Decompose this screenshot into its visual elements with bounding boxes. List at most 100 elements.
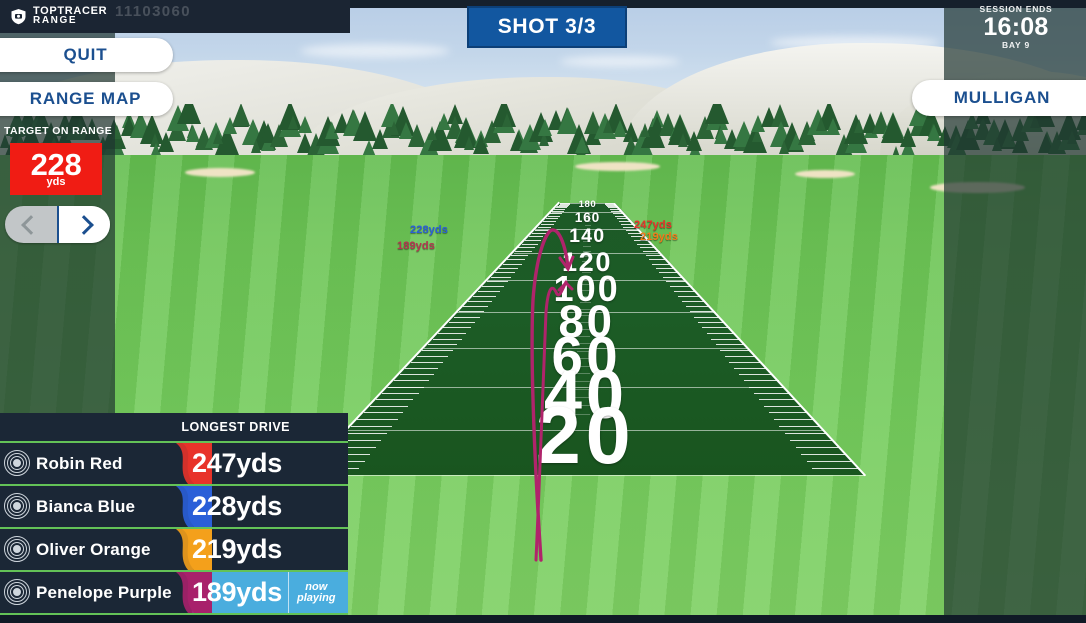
strip-tick xyxy=(417,356,449,357)
logo-text: TOPTRACER RANGE xyxy=(33,6,107,26)
leaderboard-row[interactable]: Bianca Blue228yds xyxy=(0,486,348,529)
player-name: Robin Red xyxy=(36,454,123,474)
strip-tick xyxy=(720,350,751,351)
strip-tick xyxy=(515,251,532,252)
player-target-icon xyxy=(4,450,32,478)
target-caption: TARGET ON RANGE xyxy=(0,125,115,137)
mulligan-button[interactable]: MULLIGAN xyxy=(912,80,1086,116)
strip-tick xyxy=(443,327,471,328)
strip-tick xyxy=(405,368,438,369)
strip-tick xyxy=(351,426,392,427)
leaderboard-row[interactable]: Robin Red247yds xyxy=(0,443,348,486)
strip-tick xyxy=(428,344,458,345)
player-name: Penelope Purple xyxy=(36,583,172,603)
strip-tick xyxy=(640,247,656,248)
leaderboard-header: LONGEST DRIVE xyxy=(0,413,348,443)
target-next-button[interactable] xyxy=(57,206,111,243)
strip-center-tick xyxy=(575,381,591,382)
strip-tick xyxy=(495,272,515,273)
strip-tick xyxy=(357,419,397,420)
strip-tick xyxy=(619,221,632,222)
bay-number: BAY 9 xyxy=(946,40,1086,50)
shot-distance-label: 228yds xyxy=(410,224,448,236)
strip-center-tick xyxy=(581,284,591,285)
strip-tick xyxy=(769,412,808,413)
strip-tick xyxy=(550,213,562,214)
session-watermark: 11103060 xyxy=(115,3,191,20)
strip-tick xyxy=(554,209,565,210)
strip-tick xyxy=(503,264,522,265)
strip-tick xyxy=(690,311,715,312)
strip-tick xyxy=(382,393,419,394)
player-target-icon xyxy=(4,536,32,564)
session-info: SESSION ENDS 16:08 BAY 9 xyxy=(946,4,1086,50)
strip-tick xyxy=(812,468,859,469)
leaderboard-row[interactable]: Penelope Purple189ydsnowplaying xyxy=(0,572,348,615)
strip-tick xyxy=(652,264,671,265)
now-playing-line1: now xyxy=(305,582,327,593)
strip-tick xyxy=(370,406,408,407)
strip-tick xyxy=(749,387,785,388)
player-target-icon xyxy=(4,579,32,607)
quit-button[interactable]: QUIT xyxy=(0,38,173,72)
ring xyxy=(13,588,21,596)
player-name: Bianca Blue xyxy=(36,497,135,517)
strip-center-tick xyxy=(584,229,591,230)
strip-tick xyxy=(394,380,429,381)
leaderboard-row[interactable]: Oliver Orange219yds xyxy=(0,529,348,572)
range-map-button[interactable]: RANGE MAP xyxy=(0,82,173,116)
strip-tick xyxy=(649,259,667,260)
strip-tick xyxy=(459,311,484,312)
target-distance-value: 228 xyxy=(31,150,82,179)
toptracer-logo: TOPTRACER RANGE xyxy=(10,6,107,26)
strip-tick xyxy=(468,301,492,302)
strip-center-tick xyxy=(582,261,591,262)
strip-tick xyxy=(400,374,434,375)
strip-tick xyxy=(707,333,735,334)
toptracer-shield-icon xyxy=(10,8,27,25)
strip-center-tick xyxy=(577,351,591,352)
strip-tick xyxy=(388,387,424,388)
chevron-left-icon xyxy=(21,215,41,235)
strip-center-tick xyxy=(581,278,591,279)
strip-center-tick xyxy=(573,405,590,406)
target-prev-button[interactable] xyxy=(5,206,57,243)
strip-center-tick xyxy=(583,256,592,257)
strip-tick xyxy=(546,218,558,219)
leaderboard-rows: Robin Red247ydsBianca Blue228ydsOliver O… xyxy=(0,443,348,615)
shot-distance-label: 189yds xyxy=(397,240,435,252)
strip-center-tick xyxy=(576,366,591,367)
strip-tick xyxy=(801,454,846,455)
ring xyxy=(13,502,21,510)
strip-tick xyxy=(611,211,622,212)
strip-tick xyxy=(345,433,387,434)
strip-tick xyxy=(702,327,730,328)
strip-tick xyxy=(729,362,761,363)
target-stepper[interactable] xyxy=(5,206,110,243)
strip-center-tick xyxy=(585,225,592,226)
strip-tick xyxy=(739,374,773,375)
strip-tick xyxy=(615,216,627,217)
strip-center-tick xyxy=(580,302,591,303)
chevron-right-icon xyxy=(74,215,94,235)
strip-center-tick xyxy=(582,272,592,273)
strip-tick xyxy=(807,461,853,462)
now-playing-badge: nowplaying xyxy=(288,572,336,613)
strip-center-tick xyxy=(585,221,592,222)
ring xyxy=(13,545,21,553)
target-distance-badge: 228 yds xyxy=(10,143,102,195)
strip-tick xyxy=(774,419,814,420)
strip-center-tick xyxy=(578,322,590,323)
strip-center-tick xyxy=(580,296,591,297)
session-ends-label: SESSION ENDS xyxy=(946,4,1086,14)
strip-tick xyxy=(637,244,653,245)
toptracer-range-screen: 18016014012010080604020 228yds189yds247y… xyxy=(0,0,1086,623)
logo-line2: RANGE xyxy=(33,16,107,26)
strip-center-tick xyxy=(585,215,591,216)
target-on-range-panel: TARGET ON RANGE 228 yds xyxy=(0,125,115,243)
strip-tick xyxy=(491,277,511,278)
strip-center-tick xyxy=(583,251,591,252)
player-name: Oliver Orange xyxy=(36,540,151,560)
strip-tick xyxy=(659,272,679,273)
strip-tick xyxy=(725,356,757,357)
